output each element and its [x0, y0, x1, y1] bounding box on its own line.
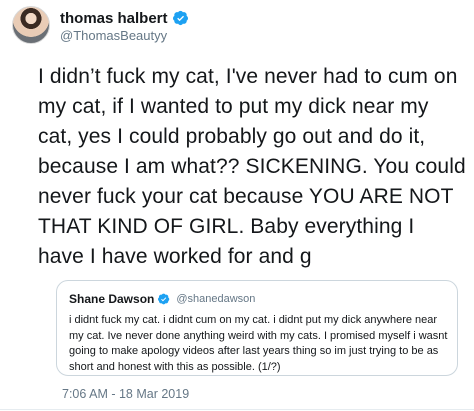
- author-handle[interactable]: @ThomasBeautyy: [60, 28, 167, 43]
- divider: [0, 409, 474, 410]
- tweet-text: I didn’t fuck my cat, I've never had to …: [38, 65, 466, 268]
- tweet-card: thomas halbert @ThomasBeautyy I didn’t f…: [0, 0, 474, 411]
- avatar[interactable]: [12, 6, 50, 44]
- quoted-author-name: Shane Dawson: [69, 292, 155, 306]
- author-name-row: thomas halbert: [60, 8, 189, 28]
- verified-badge-icon: [172, 10, 188, 26]
- tweet-timestamp[interactable]: 7:06 AM - 18 Mar 2019: [62, 387, 189, 401]
- quoted-author-handle: @shanedawson: [176, 293, 256, 305]
- author-display-name[interactable]: thomas halbert: [60, 10, 168, 27]
- quoted-tweet-header: Shane Dawson @shanedawson: [69, 291, 445, 307]
- quoted-tweet-text: i didnt fuck my cat. i didnt cum on my c…: [69, 314, 448, 373]
- verified-badge-icon: [158, 293, 170, 305]
- quoted-tweet[interactable]: Shane Dawson @shanedawson i didnt fuck m…: [56, 280, 458, 376]
